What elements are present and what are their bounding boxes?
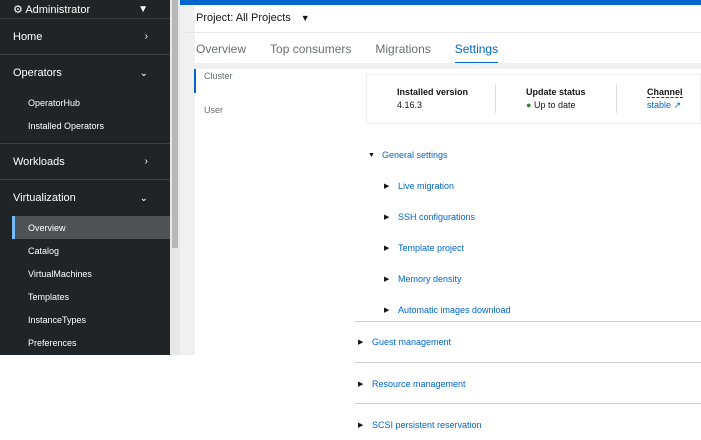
nav-templates[interactable]: Templates: [0, 285, 170, 308]
installed-version: Installed version 4.16.3: [397, 87, 469, 110]
live-migration-toggle[interactable]: ▶ Live migration: [384, 181, 454, 191]
check-circle-icon: ●: [526, 100, 532, 110]
vtab-cluster[interactable]: Cluster: [194, 69, 233, 93]
chevron-right-icon: ▶: [384, 307, 390, 314]
vtab-user[interactable]: User: [194, 103, 233, 137]
tab-overview[interactable]: Overview: [196, 42, 246, 64]
chevron-right-icon: ›: [144, 31, 148, 42]
divider: [180, 32, 701, 33]
nav-virtualmachines[interactable]: VirtualMachines: [0, 262, 170, 285]
tab-top-consumers[interactable]: Top consumers: [270, 42, 351, 64]
channel: Channel stable ↗: [647, 87, 683, 110]
sidebar: ⚙ Administrator ▼ Home › Operators ⌄ Operat…: [0, 0, 170, 355]
chevron-right-icon: ›: [144, 156, 148, 167]
chevron-right-icon: ▶: [358, 381, 364, 388]
tab-settings[interactable]: Settings: [454, 42, 499, 64]
chevron-down-icon: ⌄: [139, 192, 148, 204]
resource-management-toggle[interactable]: ▶ Resource management: [358, 379, 466, 389]
update-status: Update status ● Up to date: [526, 87, 586, 110]
chevron-right-icon: ▶: [358, 339, 364, 346]
scsi-persistent-reservation-toggle[interactable]: ▶ SCSI persistent reservation: [358, 420, 482, 430]
chevron-down-icon: ▼: [368, 151, 375, 159]
nav-virtualization[interactable]: Virtualization ⌄: [0, 180, 170, 216]
nav-installed-operators[interactable]: Installed Operators: [0, 114, 170, 137]
nav-overview[interactable]: Overview: [12, 216, 170, 239]
nav-preferences[interactable]: Preferences: [0, 331, 170, 354]
guest-management-toggle[interactable]: ▶ Guest management: [358, 337, 451, 347]
vertical-tabs: Cluster User: [194, 69, 233, 137]
automatic-images-download-toggle[interactable]: ▶ Automatic images download: [384, 305, 511, 315]
project-selector[interactable]: Project: All Projects ▼: [196, 12, 310, 24]
caret-down-icon: ▼: [300, 13, 310, 23]
version-card: Installed version 4.16.3 Update status ● U…: [366, 74, 701, 124]
scrollbar-thumb[interactable]: [172, 0, 178, 248]
channel-link[interactable]: stable: [647, 100, 671, 110]
nav-workloads[interactable]: Workloads ›: [0, 144, 170, 180]
perspective-switcher[interactable]: ⚙ Administrator ▼: [0, 0, 170, 19]
nav-catalog[interactable]: Catalog: [0, 239, 170, 262]
memory-density-toggle[interactable]: ▶ Memory density: [384, 274, 462, 284]
nav-instancetypes[interactable]: InstanceTypes: [0, 308, 170, 331]
nav-operators[interactable]: Operators ⌄: [0, 55, 170, 91]
chevron-down-icon: ⌄: [139, 67, 148, 79]
chevron-right-icon: ▶: [358, 422, 364, 429]
divider: [180, 63, 701, 69]
sidebar-scrollbar[interactable]: [170, 0, 180, 355]
caret-down-icon: ▼: [138, 3, 148, 15]
nav-operators-group: Operators ⌄ OperatorHub Installed Operato…: [0, 55, 170, 144]
divider: [355, 362, 701, 363]
external-link-icon: ↗: [673, 100, 682, 110]
divider: [355, 403, 701, 404]
chevron-right-icon: ▶: [384, 245, 390, 252]
chevron-right-icon: ▶: [384, 276, 390, 283]
tabs: Overview Top consumers Migrations Settin…: [196, 42, 522, 64]
chevron-right-icon: ▶: [384, 183, 390, 190]
nav-operatorhub[interactable]: OperatorHub: [0, 91, 170, 114]
general-settings-toggle[interactable]: ▼ General settings: [368, 150, 448, 160]
ssh-configurations-toggle[interactable]: ▶ SSH configurations: [384, 212, 475, 222]
masthead: [180, 0, 701, 5]
template-project-toggle[interactable]: ▶ Template project: [384, 243, 464, 253]
gutter: [180, 0, 195, 355]
cog-icon: ⚙: [13, 3, 26, 16]
chevron-right-icon: ▶: [384, 214, 390, 221]
tab-migrations[interactable]: Migrations: [375, 42, 430, 64]
nav-home[interactable]: Home ›: [0, 19, 170, 55]
divider: [355, 321, 701, 322]
